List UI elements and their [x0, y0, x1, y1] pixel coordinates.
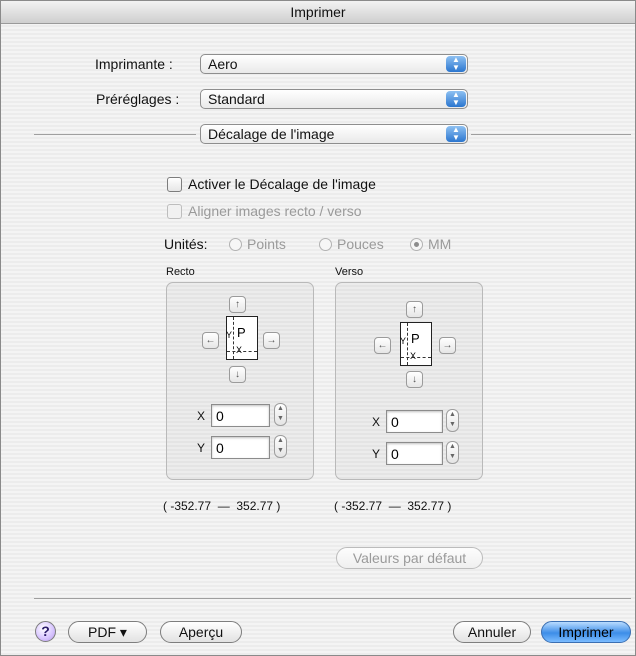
separator-left — [34, 134, 196, 135]
enable-shift-checkbox[interactable] — [167, 177, 182, 192]
verso-x-label: X — [372, 415, 381, 429]
recto-group: ↑ ← → ↓ P Y X X 0 ▲ ▼ Y 0 ▲ ▼ — [166, 282, 314, 480]
verso-y-stepper[interactable]: ▲ ▼ — [446, 441, 459, 464]
recto-y-stepper[interactable]: ▲ ▼ — [274, 435, 287, 458]
verso-x-stepper[interactable]: ▲ ▼ — [446, 409, 459, 432]
verso-page-y: Y — [400, 336, 407, 346]
units-mm-label: MM — [428, 236, 452, 252]
units-mm-radio[interactable] — [410, 238, 423, 251]
pdf-button[interactable]: PDF ▾ — [68, 621, 147, 643]
separator-right — [471, 134, 631, 135]
verso-title: Verso — [335, 266, 364, 278]
footer-separator — [34, 598, 631, 599]
units-inches-radio[interactable] — [319, 238, 332, 251]
popup-arrows-icon: ▲ ▼ — [446, 126, 466, 142]
verso-page-letter: P — [411, 331, 420, 346]
recto-range: ( -352.77 — 352.77 ) — [163, 499, 281, 513]
defaults-button[interactable]: Valeurs par défaut — [336, 547, 483, 569]
recto-x-field[interactable]: 0 — [211, 404, 270, 427]
recto-x-label: X — [197, 409, 206, 423]
presets-value: Standard — [208, 91, 265, 107]
recto-down-arrow-button[interactable]: ↓ — [229, 366, 246, 383]
window-title: Imprimer — [1, 1, 635, 24]
align-duplex-checkbox[interactable] — [167, 204, 182, 219]
cancel-button[interactable]: Annuler — [453, 621, 531, 643]
verso-page-icon: P Y X — [400, 322, 432, 366]
popup-arrows-icon: ▲ ▼ — [446, 56, 466, 72]
print-button[interactable]: Imprimer — [541, 621, 631, 643]
verso-x-field[interactable]: 0 — [386, 410, 443, 433]
units-points-radio[interactable] — [229, 238, 242, 251]
verso-y-label: Y — [372, 447, 381, 461]
recto-up-arrow-button[interactable]: ↑ — [229, 296, 246, 313]
verso-right-arrow-button[interactable]: → — [439, 337, 456, 354]
help-button[interactable]: ? — [35, 621, 56, 642]
recto-page-y: Y — [226, 330, 233, 340]
recto-page-x: X — [236, 345, 243, 355]
verso-y-field[interactable]: 0 — [386, 442, 443, 465]
panel-value: Décalage de l'image — [208, 126, 335, 142]
recto-y-label: Y — [197, 441, 206, 455]
verso-down-arrow-button[interactable]: ↓ — [406, 371, 423, 388]
print-dialog: Imprimer Imprimante : Aero ▲ ▼ Préréglage… — [0, 0, 636, 656]
printer-label: Imprimante : — [95, 56, 173, 72]
units-label: Unités: — [164, 236, 208, 252]
panel-popup[interactable]: Décalage de l'image ▲ ▼ — [200, 124, 468, 144]
verso-page-x: X — [410, 351, 417, 361]
align-duplex-label: Aligner images recto / verso — [188, 203, 362, 219]
recto-left-arrow-button[interactable]: ← — [202, 332, 219, 349]
recto-y-field[interactable]: 0 — [211, 436, 270, 459]
printer-popup[interactable]: Aero ▲ ▼ — [200, 54, 468, 74]
presets-label: Préréglages : — [96, 91, 180, 107]
verso-group: ↑ ← → ↓ P Y X X 0 ▲ ▼ Y 0 ▲ ▼ — [335, 282, 483, 480]
recto-page-letter: P — [237, 325, 246, 340]
verso-left-arrow-button[interactable]: ← — [374, 337, 391, 354]
printer-value: Aero — [208, 56, 238, 72]
units-inches-label: Pouces — [337, 236, 384, 252]
units-points-label: Points — [247, 236, 286, 252]
presets-popup[interactable]: Standard ▲ ▼ — [200, 89, 468, 109]
verso-range: ( -352.77 — 352.77 ) — [334, 499, 452, 513]
verso-up-arrow-button[interactable]: ↑ — [406, 301, 423, 318]
popup-arrows-icon: ▲ ▼ — [446, 91, 466, 107]
recto-x-stepper[interactable]: ▲ ▼ — [274, 403, 287, 426]
recto-title: Recto — [166, 266, 195, 278]
recto-right-arrow-button[interactable]: → — [263, 332, 280, 349]
recto-page-icon: P Y X — [226, 316, 258, 360]
enable-shift-label: Activer le Décalage de l'image — [188, 176, 376, 192]
preview-button[interactable]: Aperçu — [160, 621, 242, 643]
